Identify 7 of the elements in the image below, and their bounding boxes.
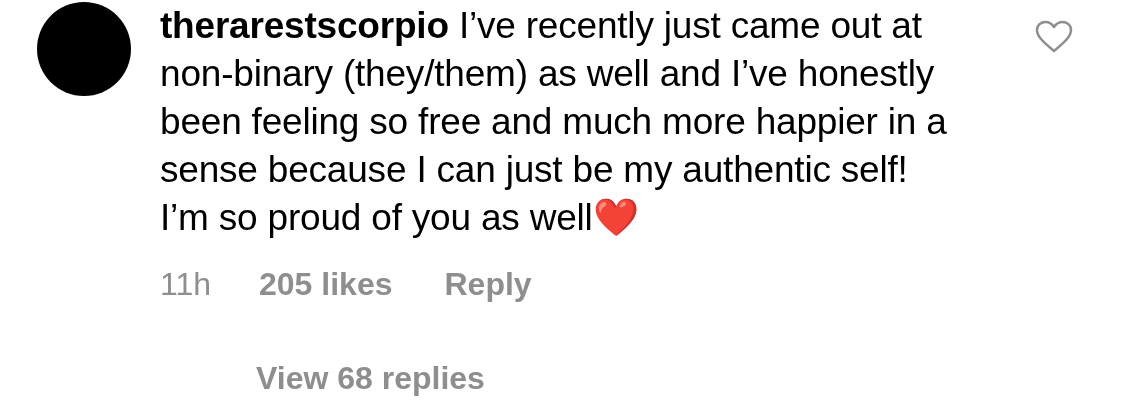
comment-time: 11h xyxy=(160,265,211,304)
likes-count[interactable]: 205 likes xyxy=(259,260,393,308)
heart-icon[interactable] xyxy=(1035,20,1073,54)
username-link[interactable]: therarestscorpio xyxy=(160,5,449,46)
view-replies-link[interactable]: View 68 replies xyxy=(256,354,485,402)
reply-link[interactable]: Reply xyxy=(444,260,532,308)
comment-text: therarestscorpio I’ve recently just came out at non-binary (they/them) as well and I’ve honestly been feeling so free and much more happier in a sense because I can just be my authentic self! I’m so proud of you as well❤ xyxy=(160,4,948,240)
